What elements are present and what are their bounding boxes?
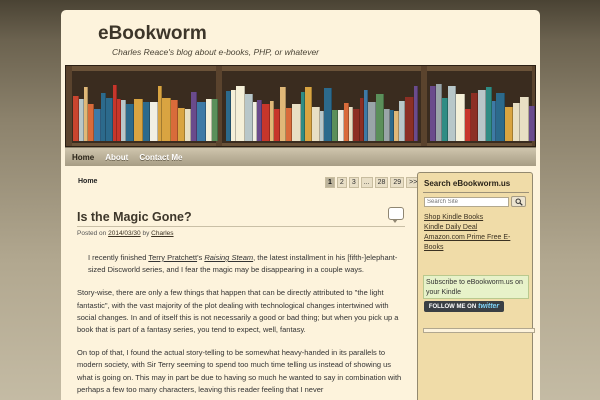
nav-item-home[interactable]: Home [72,153,94,162]
page-ellipsis: ... [360,177,373,188]
main-nav: Home About Contact Me [65,147,536,166]
post-meta: Posted on 2014/03/30 by Charles [77,230,174,237]
link-shop-kindle-books[interactable]: Shop Kindle Books [424,213,528,223]
book-spine [414,86,418,141]
post-paragraph: I recently finished Terry Pratchett's Ra… [77,252,407,276]
book-spine [171,100,178,141]
post-title-divider [77,226,405,227]
book-spine [178,108,185,141]
link-kindle-daily-deal[interactable]: Kindle Daily Deal [424,223,528,233]
nav-item-contact[interactable]: Contact Me [139,153,182,162]
shelf-post [421,66,427,146]
book-spine [505,107,513,141]
book-spine [94,109,101,141]
site-description: Charles Reace's blog about e-books, PHP,… [112,47,319,57]
search-icon [515,198,523,206]
shelf-board [66,66,535,71]
book-spine [353,109,360,141]
book-spine [236,86,245,141]
sidebar: Search eBookworm.us Shop Kindle Books Ki… [417,172,535,400]
book-spine [456,94,465,141]
sidebar-divider [423,192,529,193]
bookshelf-banner [65,65,536,147]
book-spine [150,102,158,141]
page-link-3[interactable]: 3 [348,177,359,188]
book-spine [143,102,150,141]
book-spine [126,104,134,141]
page-link-29[interactable]: 29 [390,177,405,188]
follow-twitter-button[interactable]: FOLLOW ME ON twitter [424,301,504,312]
page-link-28[interactable]: 28 [374,177,389,188]
book-spine [292,104,301,141]
pagination: 1 2 3 ... 28 29 >> [325,177,421,188]
comment-bubble-icon[interactable] [388,207,404,223]
post-meta-posted-on: Posted on [77,230,107,237]
post-body: I recently finished Terry Pratchett's Ra… [77,252,407,400]
page-container: eBookworm Charles Reace's blog about e-b… [61,10,540,400]
breadcrumb[interactable]: Home [78,178,97,185]
book-spine [368,102,376,141]
nav-item-about[interactable]: About [105,153,128,162]
book-spine [262,104,270,141]
book-spine [496,93,505,141]
book-spine [212,99,218,141]
book-spine [305,87,312,141]
book-spine [162,98,171,141]
post-meta-by: by [142,230,150,237]
book-spine [197,102,206,141]
post-author-link[interactable]: Charles [151,230,173,237]
post-paragraph: Story-wise, there are only a few things … [77,288,399,335]
twitter-logo-icon: twitter [478,303,500,310]
sidebar-links: Shop Kindle Books Kindle Daily Deal Amaz… [424,213,528,253]
shelf-post [66,66,72,146]
post-text: I recently finished [88,253,149,262]
book-spine [106,98,113,141]
book-spine [478,90,486,141]
page-link-2[interactable]: 2 [336,177,347,188]
sidebar-search-title: Search eBookworm.us [424,179,511,188]
book-spine [405,97,414,141]
book-spine [513,103,520,141]
book-spine [134,99,143,141]
link-amazon-prime-free-ebooks[interactable]: Amazon.com Prime Free E-Books [424,233,528,253]
book-spine [312,107,320,141]
page-link-1[interactable]: 1 [325,177,335,188]
post-date-link[interactable]: 2014/03/30 [108,230,141,237]
book-spine [324,88,332,141]
book-spine [448,86,456,141]
book-spine [471,93,478,141]
follow-label: FOLLOW ME ON [428,303,477,310]
book-spine [529,106,535,141]
book-spine [376,94,384,141]
book-raising-steam-link[interactable]: Raising Steam [204,253,253,262]
post-paragraph: On top of that, I found the actual story… [77,348,402,394]
book-spine [245,94,253,141]
subscribe-kindle-link[interactable]: Subscribe to eBookworm.us on your Kindle [423,275,529,299]
sidebar-widget-divider [423,328,535,333]
search-button[interactable] [511,196,526,207]
author-terry-pratchett-link[interactable]: Terry Pratchett [148,253,197,262]
post-title[interactable]: Is the Magic Gone? [77,210,192,224]
search-input[interactable] [424,197,509,207]
site-title[interactable]: eBookworm [98,23,207,45]
book-spine [520,97,529,141]
